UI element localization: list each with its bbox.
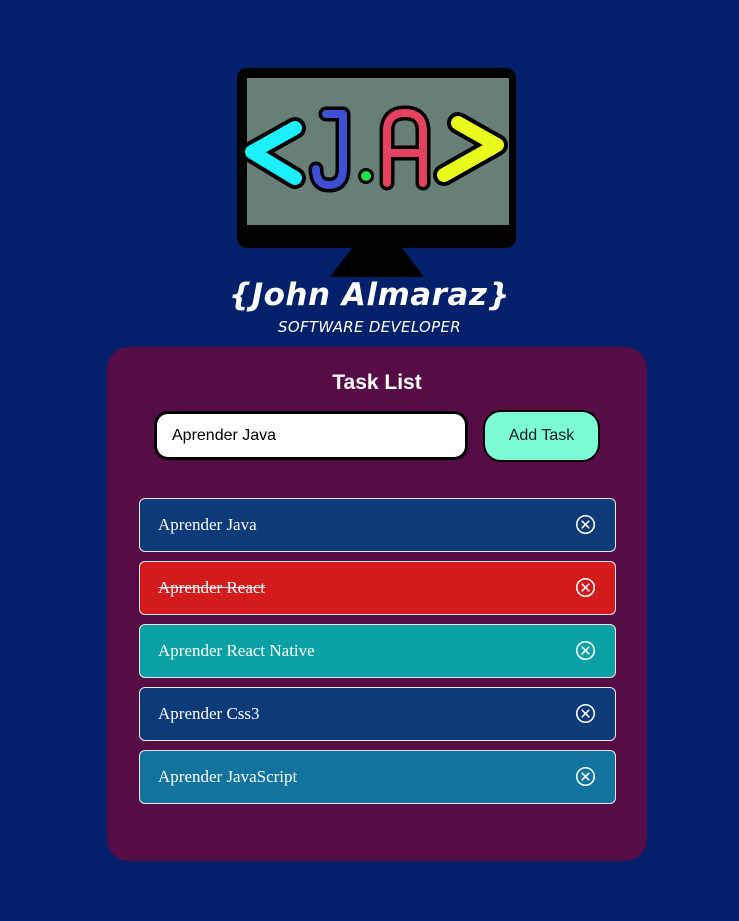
- delete-icon[interactable]: [575, 766, 596, 787]
- task-item[interactable]: Aprender React Native: [139, 624, 616, 678]
- task-list: Aprender Java Aprender React Aprender Re…: [139, 498, 616, 813]
- task-text: Aprender Css3: [158, 704, 260, 723]
- logo-name: {John Almaraz}: [229, 277, 510, 313]
- monitor-logo-icon: [237, 68, 516, 277]
- task-text: Aprender JavaScript: [158, 767, 298, 786]
- panel-title: Task List: [332, 371, 422, 394]
- task-text: Aprender React: [158, 578, 266, 597]
- task-text: Aprender Java: [158, 515, 257, 534]
- task-item[interactable]: Aprender JavaScript: [139, 750, 616, 804]
- add-task-button[interactable]: Add Task: [483, 410, 600, 462]
- task-item[interactable]: Aprender React: [139, 561, 616, 615]
- task-input[interactable]: [154, 411, 468, 460]
- task-item[interactable]: Aprender Java: [139, 498, 616, 552]
- delete-icon[interactable]: [575, 703, 596, 724]
- task-text: Aprender React Native: [158, 641, 315, 660]
- logo-subtitle: SOFTWARE DEVELOPER: [278, 318, 461, 336]
- logo: {John Almaraz} SOFTWARE DEVELOPER: [0, 0, 739, 345]
- delete-icon[interactable]: [575, 640, 596, 661]
- delete-icon[interactable]: [575, 577, 596, 598]
- task-panel: Task List Add Task Aprender Java Aprende…: [107, 347, 647, 861]
- task-item[interactable]: Aprender Css3: [139, 687, 616, 741]
- delete-icon[interactable]: [575, 514, 596, 535]
